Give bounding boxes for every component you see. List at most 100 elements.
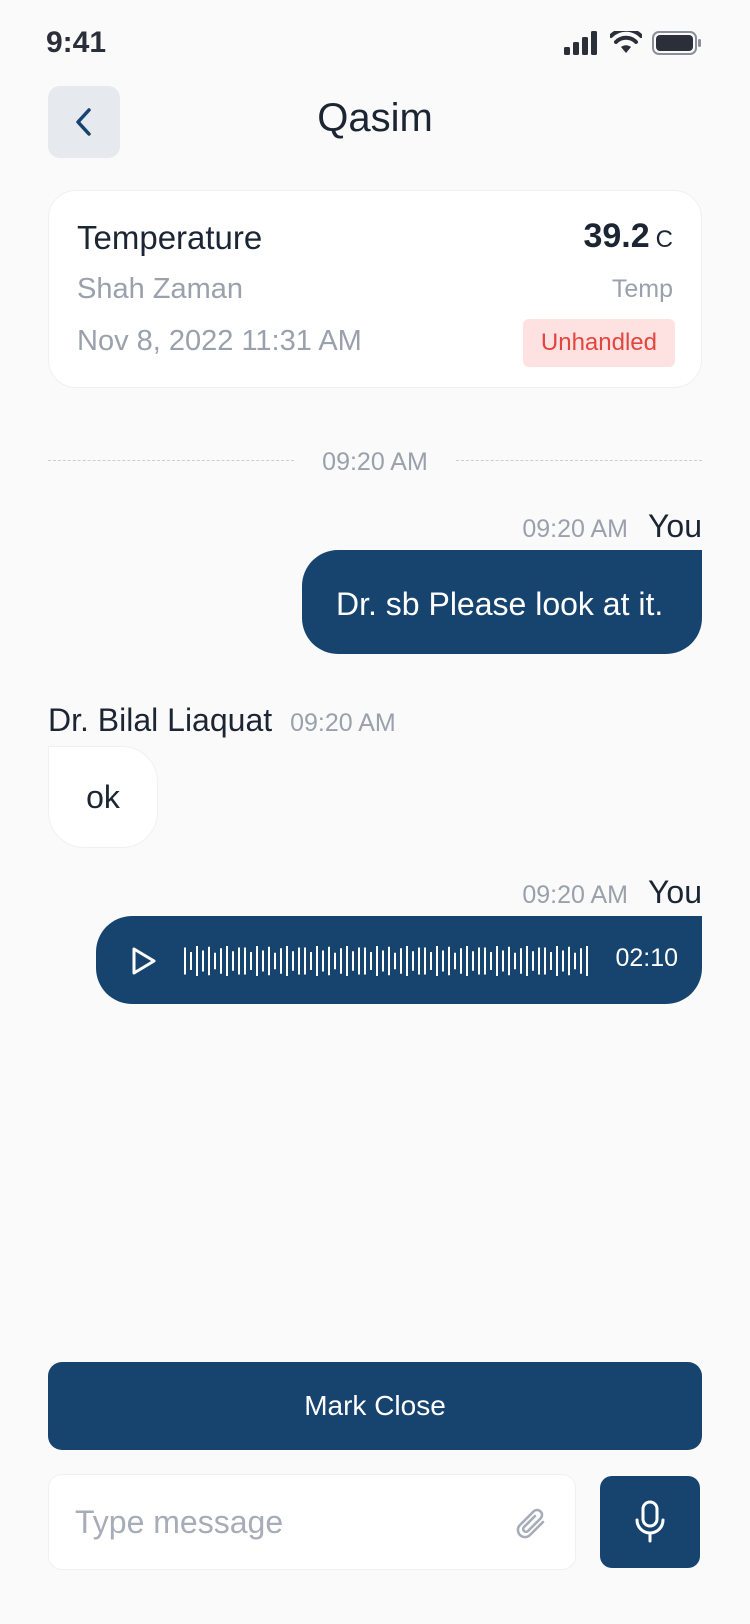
waveform-bar xyxy=(400,948,402,974)
waveform-bar xyxy=(334,952,336,970)
waveform-bar xyxy=(556,946,558,976)
message-meta: 09:20 AM You xyxy=(522,508,702,545)
waveform-bar xyxy=(208,946,210,976)
waveform-bar xyxy=(520,948,522,974)
waveform-bar xyxy=(568,946,570,976)
waveform-bar xyxy=(406,946,408,976)
waveform-bar xyxy=(490,952,492,970)
message-input[interactable] xyxy=(75,1497,495,1547)
waveform-bar xyxy=(454,952,456,970)
message-meta: Dr. Bilal Liaquat 09:20 AM xyxy=(48,702,396,739)
waveform-bar xyxy=(262,950,264,972)
waveform-bar xyxy=(292,951,294,971)
waveform-bar xyxy=(352,951,354,971)
message-sender: You xyxy=(648,874,702,910)
wifi-icon xyxy=(610,31,642,53)
waveform-bar xyxy=(358,947,360,975)
waveform-bar xyxy=(412,951,414,971)
signal-icon xyxy=(564,31,597,55)
waveform-bar xyxy=(394,952,396,970)
waveform-bar xyxy=(370,952,372,970)
voice-duration: 02:10 xyxy=(615,944,678,972)
alert-datetime: Nov 8, 2022 11:31 AM xyxy=(77,325,362,357)
waveform-bar xyxy=(436,946,438,976)
waveform-bar xyxy=(532,951,534,971)
waveform-bar xyxy=(382,950,384,972)
waveform-bar xyxy=(214,952,216,970)
waveform-bar xyxy=(508,946,510,976)
message-text: ok xyxy=(86,778,120,815)
divider-line-right xyxy=(456,460,702,461)
waveform-bar xyxy=(418,947,420,975)
message-time: 09:20 AM xyxy=(522,515,628,543)
waveform-bar xyxy=(472,951,474,971)
waveform-bar xyxy=(340,948,342,974)
waveform-bar xyxy=(250,952,252,970)
waveform-bar xyxy=(424,947,426,975)
waveform-bar xyxy=(586,946,588,976)
waveform-bar xyxy=(346,946,348,976)
message-meta: 09:20 AM You xyxy=(522,874,702,911)
message-text: Dr. sb Please look at it. xyxy=(336,586,664,622)
waveform-bar xyxy=(322,950,324,972)
play-icon[interactable] xyxy=(130,946,158,976)
waveform-bar xyxy=(460,948,462,974)
waveform-bar xyxy=(280,948,282,974)
waveform-bar xyxy=(466,946,468,976)
alert-unit: C xyxy=(655,226,673,253)
status-bar: 9:41 xyxy=(0,0,750,88)
waveform-bar xyxy=(202,950,204,972)
waveform-bar xyxy=(274,952,276,970)
waveform-bar xyxy=(328,946,330,976)
waveform-bar xyxy=(496,946,498,976)
waveform[interactable] xyxy=(184,946,594,976)
incoming-message-bubble[interactable]: ok xyxy=(48,746,158,848)
waveform-bar xyxy=(574,952,576,970)
waveform-bar xyxy=(196,946,198,976)
waveform-bar xyxy=(430,952,432,970)
waveform-bar xyxy=(448,946,450,976)
waveform-bar xyxy=(298,947,300,975)
alert-value-number: 39.2 xyxy=(583,217,650,255)
voice-message-bubble: 02:10 xyxy=(96,916,702,1004)
divider-time: 09:20 AM xyxy=(322,448,428,476)
message-time: 09:20 AM xyxy=(290,709,396,737)
battery-icon xyxy=(652,31,701,55)
header: Qasim xyxy=(0,86,750,158)
waveform-bar xyxy=(502,950,504,972)
microphone-button[interactable] xyxy=(600,1476,700,1568)
waveform-bar xyxy=(580,948,582,974)
waveform-bar xyxy=(286,946,288,976)
time-divider: 09:20 AM xyxy=(48,448,702,476)
waveform-bar xyxy=(232,951,234,971)
waveform-bar xyxy=(268,946,270,976)
waveform-bar xyxy=(184,947,186,975)
waveform-bar xyxy=(562,950,564,972)
alert-type: Temp xyxy=(611,275,673,303)
waveform-bar xyxy=(238,947,240,975)
waveform-bar xyxy=(244,947,246,975)
waveform-bar xyxy=(442,950,444,972)
alert-patient: Shah Zaman xyxy=(77,273,244,305)
message-composer xyxy=(48,1474,576,1570)
waveform-bar xyxy=(478,947,480,975)
waveform-bar xyxy=(220,948,222,974)
waveform-bar xyxy=(538,947,540,975)
paperclip-icon[interactable] xyxy=(515,1505,549,1541)
message-sender: You xyxy=(648,508,702,544)
waveform-bar xyxy=(526,946,528,976)
mark-close-button[interactable]: Mark Close xyxy=(48,1362,702,1450)
outgoing-message-bubble[interactable]: Dr. sb Please look at it. xyxy=(302,550,702,654)
alert-value: 39.2 C xyxy=(583,217,673,256)
waveform-bar xyxy=(364,947,366,975)
waveform-bar xyxy=(316,946,318,976)
alert-title: Temperature xyxy=(77,219,263,256)
status-icons xyxy=(564,30,702,56)
waveform-bar xyxy=(304,947,306,975)
alert-card[interactable]: Temperature 39.2 C Shah Zaman Temp Nov 8,… xyxy=(48,190,702,388)
microphone-icon xyxy=(635,1500,665,1543)
waveform-bar xyxy=(484,947,486,975)
waveform-bar xyxy=(388,946,390,976)
waveform-bar xyxy=(376,946,378,976)
message-sender: Dr. Bilal Liaquat xyxy=(48,702,273,738)
